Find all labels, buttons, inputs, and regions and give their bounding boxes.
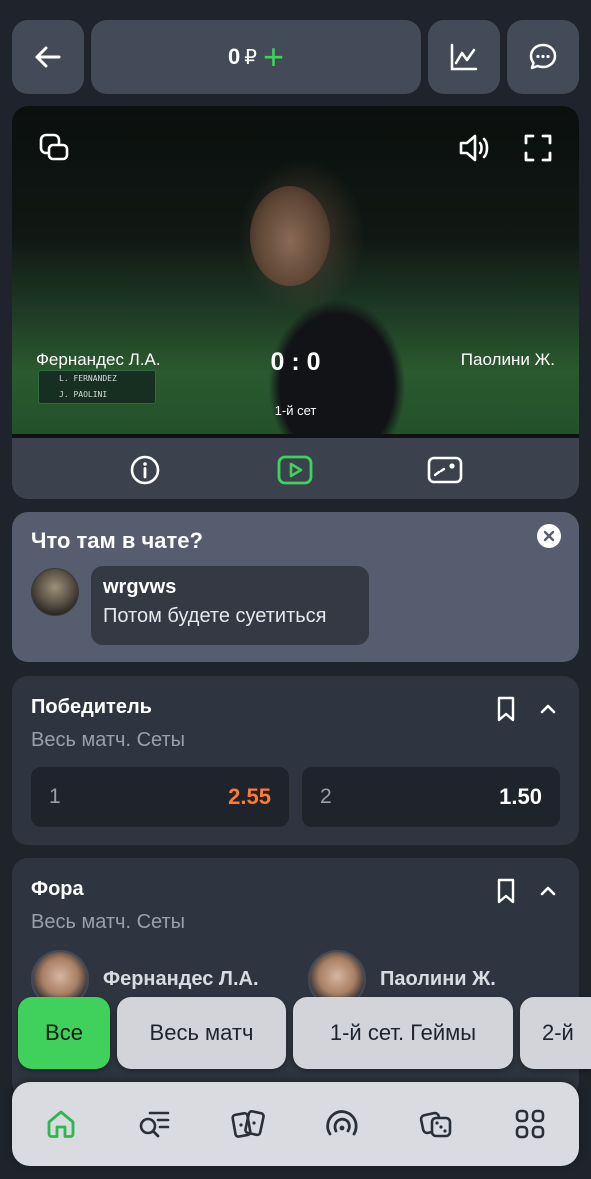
bottom-navigation bbox=[12, 1082, 579, 1166]
balance-value: 0 bbox=[227, 44, 241, 69]
video-mode-tabs bbox=[12, 438, 579, 499]
chat-title: Что там в чате? bbox=[31, 528, 203, 553]
currency-sign: ₽ bbox=[244, 46, 257, 69]
grid-icon bbox=[515, 1109, 545, 1139]
field-tab[interactable] bbox=[425, 450, 465, 490]
add-funds-icon: + bbox=[262, 36, 284, 77]
balance-button[interactable]: 0 ₽ + bbox=[91, 20, 421, 94]
arrow-left-icon bbox=[35, 46, 61, 68]
live-icon bbox=[326, 1110, 358, 1136]
close-chat-button[interactable] bbox=[537, 524, 561, 548]
chat-username: wrgvws bbox=[103, 576, 177, 598]
tv-scoreboard-row: J. PAOLINI bbox=[59, 390, 108, 399]
odd-value: 2.55 bbox=[228, 784, 271, 809]
odd-value: 1.50 bbox=[499, 784, 542, 809]
avatar bbox=[31, 568, 79, 616]
team-name: Паолини Ж. bbox=[380, 967, 496, 990]
chevron-up-icon[interactable] bbox=[533, 876, 563, 906]
video-stream[interactable]: L. FERNANDEZ J. PAOLINI Фернандес Л.А. 0… bbox=[12, 106, 579, 438]
dice-icon bbox=[419, 1111, 452, 1138]
odd-button-1[interactable]: 1 2.55 bbox=[31, 767, 289, 827]
current-set-label: 1-й сет bbox=[274, 403, 317, 418]
volume-icon[interactable] bbox=[454, 128, 494, 168]
chart-icon bbox=[450, 43, 478, 71]
nav-cards[interactable] bbox=[228, 1104, 268, 1144]
chip-all[interactable]: Все bbox=[18, 997, 110, 1069]
close-icon bbox=[543, 530, 555, 542]
chip-set1-games[interactable]: 1-й сет. Геймы bbox=[293, 997, 513, 1069]
market-filter-chips: Все Весь матч 1-й сет. Геймы 2-й bbox=[18, 997, 591, 1069]
stats-button[interactable] bbox=[428, 20, 500, 94]
market-winner: Победитель Весь матч. Сеты 1 2.55 2 1.50 bbox=[12, 676, 579, 845]
nav-casino[interactable] bbox=[416, 1104, 456, 1144]
odd-button-2[interactable]: 2 1.50 bbox=[302, 767, 560, 827]
player-right-name: Паолини Ж. bbox=[460, 350, 555, 369]
nav-live[interactable] bbox=[322, 1104, 362, 1144]
live-video-card: L. FERNANDEZ J. PAOLINI Фернандес Л.А. 0… bbox=[12, 106, 579, 499]
chevron-up-icon[interactable] bbox=[533, 694, 563, 724]
chip-set2[interactable]: 2-й bbox=[520, 997, 591, 1069]
info-icon bbox=[130, 455, 160, 485]
app-screen: 0 ₽ + L. FERNANDEZ J. PAOLINI Фернандес … bbox=[0, 0, 591, 1179]
top-bar: 0 ₽ + bbox=[12, 20, 579, 94]
odd-label: 2 bbox=[320, 785, 332, 808]
play-icon bbox=[277, 455, 313, 485]
nav-home[interactable] bbox=[41, 1104, 81, 1144]
home-icon bbox=[47, 1110, 75, 1138]
market-title: Победитель bbox=[31, 696, 152, 718]
info-tab[interactable] bbox=[125, 450, 165, 490]
chip-full-match[interactable]: Весь матч bbox=[117, 997, 286, 1069]
bookmark-icon[interactable] bbox=[491, 694, 521, 724]
chat-bubble-icon bbox=[529, 43, 557, 70]
search-list-icon bbox=[139, 1111, 170, 1138]
fullscreen-icon[interactable] bbox=[518, 128, 558, 168]
market-subtitle: Весь матч. Сеты bbox=[31, 729, 186, 751]
odd-label: 1 bbox=[49, 785, 61, 808]
nav-search[interactable] bbox=[134, 1104, 174, 1144]
chat-preview-card[interactable]: Что там в чате? wrgvws Потом будете сует… bbox=[12, 512, 579, 662]
pip-icon[interactable] bbox=[34, 128, 74, 168]
market-title: Фора bbox=[31, 878, 84, 900]
market-subtitle: Весь матч. Сеты bbox=[31, 911, 186, 933]
chat-button[interactable] bbox=[507, 20, 579, 94]
team-name: Фернандес Л.А. bbox=[103, 967, 259, 990]
chat-message-text: Потом будете суетиться bbox=[103, 605, 327, 627]
video-tab[interactable] bbox=[275, 450, 315, 490]
nav-menu[interactable] bbox=[510, 1104, 550, 1144]
tracker-icon bbox=[427, 456, 463, 484]
cards-icon bbox=[231, 1110, 265, 1138]
back-button[interactable] bbox=[12, 20, 84, 94]
chat-message-bubble: wrgvws Потом будете суетиться bbox=[91, 566, 369, 645]
bookmark-icon[interactable] bbox=[491, 876, 521, 906]
